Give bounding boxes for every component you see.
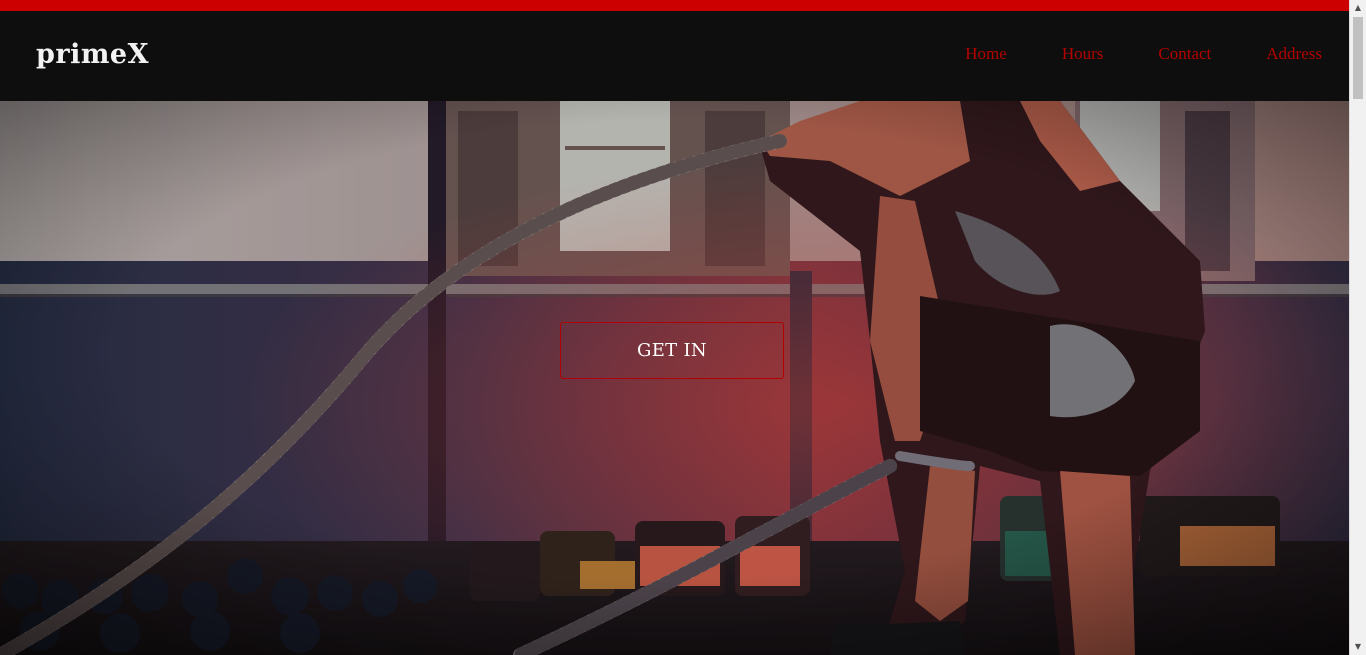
nav-link-contact[interactable]: Contact [1158,44,1211,64]
scrollbar-thumb[interactable] [1353,17,1363,99]
hero-section: GET IN [0,101,1349,655]
nav-link-hours[interactable]: Hours [1062,44,1104,64]
page: primeX Home Hours Contact Address GET IN… [0,0,1366,655]
get-in-button[interactable]: GET IN [560,322,784,379]
top-accent-bar [0,0,1349,11]
navbar: primeX Home Hours Contact Address [0,11,1349,101]
scroll-down-arrow-icon[interactable]: ▼ [1350,639,1366,655]
nav-link-home[interactable]: Home [965,44,1007,64]
vertical-scrollbar[interactable]: ▲ ▼ [1349,0,1366,655]
brand-logo[interactable]: primeX [36,39,149,70]
nav-link-address[interactable]: Address [1266,44,1322,64]
scroll-up-arrow-icon[interactable]: ▲ [1350,0,1366,16]
nav-menu: Home Hours Contact Address [910,44,1322,64]
